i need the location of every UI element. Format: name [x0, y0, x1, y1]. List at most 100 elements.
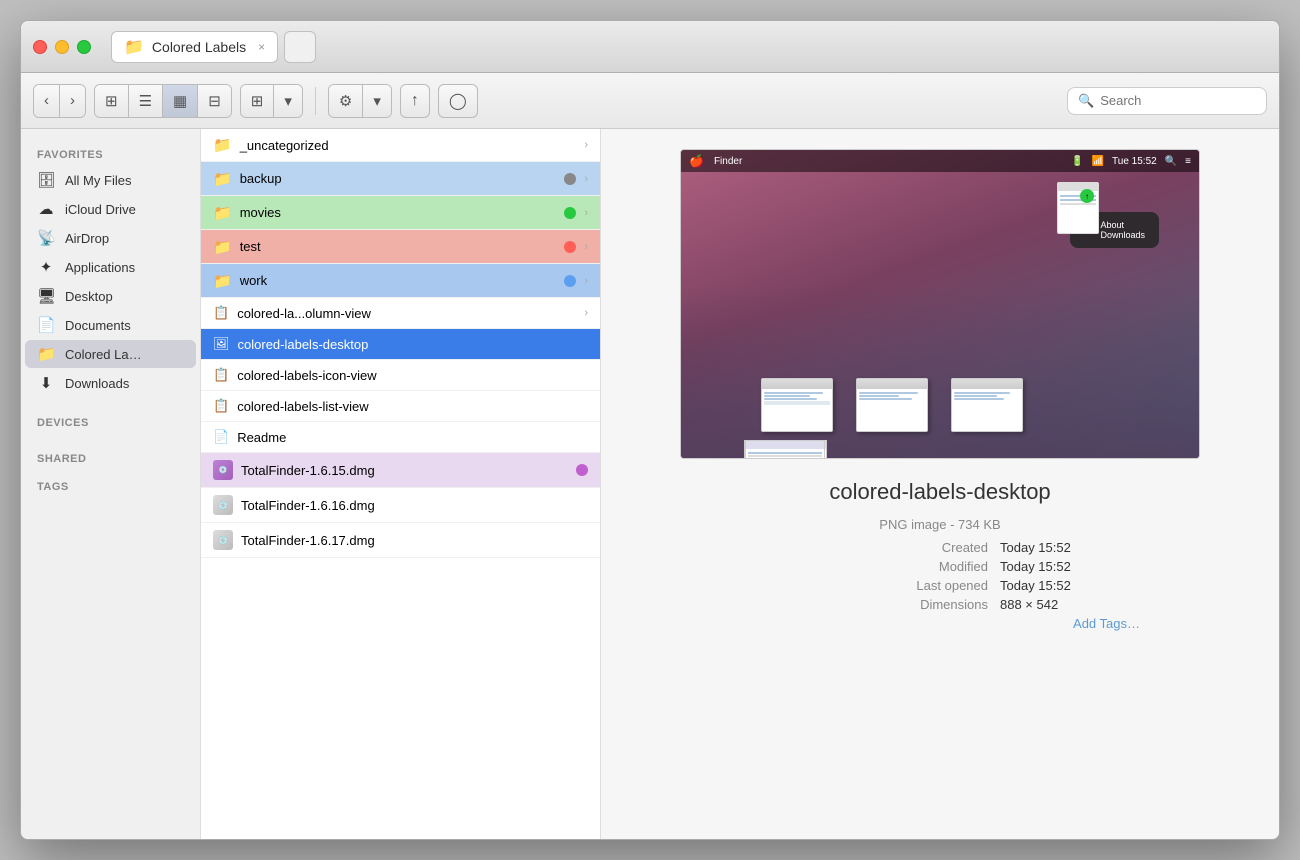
file-item-work[interactable]: 📁 work › [201, 264, 600, 298]
file-icon-colored-la-column: 📋 [213, 305, 229, 321]
menubar-right: 🔋 📶 Tue 15:52 🔍 ≡ [1071, 156, 1191, 167]
file-name-tf1615: TotalFinder-1.6.15.dmg [241, 463, 568, 478]
sidebar-item-all-my-files[interactable]: 🗄 All My Files [25, 166, 196, 194]
file-item-colored-la-column[interactable]: 📋 colored-la...olumn-view › [201, 298, 600, 329]
search-icon: 🔍 [1078, 93, 1094, 109]
file-item-colored-labels-desktop[interactable]: 🖼 colored-labels-desktop [201, 329, 600, 360]
back-button[interactable]: ‹ [34, 85, 60, 117]
desktop-icon-sidebar: 🖥 [37, 287, 55, 305]
view-cover-button[interactable]: ⊟ [198, 85, 231, 117]
sidebar-item-colored-la[interactable]: 📁 Colored La… [25, 340, 196, 368]
arrange-dropdown-button[interactable]: ▾ [274, 85, 302, 117]
file-item-movies[interactable]: 📁 movies › [201, 196, 600, 230]
chevron-icon-backup: › [584, 173, 588, 185]
file-name-tf1616: TotalFinder-1.6.16.dmg [241, 498, 588, 513]
view-icons-button[interactable]: ⊞ [95, 85, 129, 117]
close-button[interactable] [33, 40, 47, 54]
sidebar-item-label-applications: Applications [65, 260, 135, 275]
arrange-button-group: ⊞ ▾ [240, 84, 303, 118]
time-display: Tue 15:52 [1112, 156, 1157, 167]
new-tab-button[interactable] [284, 31, 316, 63]
file-icon-readme: 📄 [213, 429, 229, 445]
preview-image-container: 🍎 Finder 🔋 📶 Tue 15:52 🔍 ≡ [680, 149, 1200, 459]
file-item-backup[interactable]: 📁 backup › [201, 162, 600, 196]
tab-close-icon[interactable]: × [258, 40, 265, 54]
icloud-drive-icon: ☁ [37, 200, 55, 218]
doc-icon-topright: ↑ [1057, 182, 1099, 234]
dimensions-value: 888 × 542 [1000, 597, 1140, 612]
meta-row-last-opened: Last opened Today 15:52 [740, 578, 1140, 593]
airdrop-icon: 📡 [37, 229, 55, 247]
preview-title: colored-labels-desktop [829, 479, 1050, 505]
file-item-colored-labels-list[interactable]: 📋 colored-labels-list-view [201, 391, 600, 422]
file-name-movies: movies [240, 205, 557, 220]
maximize-button[interactable] [77, 40, 91, 54]
tab-area: 📁 Colored Labels × [111, 31, 1267, 63]
dimensions-label: Dimensions [868, 597, 988, 612]
preview-desktop-image: 🍎 Finder 🔋 📶 Tue 15:52 🔍 ≡ [681, 150, 1199, 458]
file-name-work: work [240, 273, 557, 288]
file-item-tf1617[interactable]: 💿 TotalFinder-1.6.17.dmg [201, 523, 600, 558]
sidebar-item-label-icloud-drive: iCloud Drive [65, 202, 136, 217]
chevron-icon-movies: › [584, 207, 588, 219]
search-input[interactable] [1100, 93, 1256, 108]
desktop-menubar: 🍎 Finder 🔋 📶 Tue 15:52 🔍 ≡ [681, 150, 1199, 172]
file-item-test[interactable]: 📁 test › [201, 230, 600, 264]
toolbar: ‹ › ⊞ ☰ ▦ ⊟ ⊞ ▾ ⚙ ▾ ↑ ◯ 🔍 [21, 73, 1279, 129]
dmg-icon-1617: 💿 [213, 530, 233, 550]
settings-button-group: ⚙ ▾ [328, 84, 392, 118]
finder-window: 📁 Colored Labels × ‹ › ⊞ ☰ ▦ ⊟ ⊞ ▾ ⚙ ▾ ↑ [20, 20, 1280, 840]
dmg-icon-1615: 💿 [213, 460, 233, 480]
minimize-button[interactable] [55, 40, 69, 54]
settings-button[interactable]: ⚙ [329, 85, 363, 117]
favorites-label: Favorites [21, 141, 200, 165]
sidebar-item-label-documents: Documents [65, 318, 131, 333]
file-item-readme[interactable]: 📄 Readme [201, 422, 600, 453]
created-label: Created [868, 540, 988, 555]
file-name-desktop: colored-labels-desktop [238, 337, 588, 352]
arrange-button[interactable]: ⊞ [241, 85, 275, 117]
meta-row-add-tags: Add Tags… [740, 616, 1140, 631]
sidebar-item-downloads[interactable]: ⬇ Downloads [25, 369, 196, 397]
label-dot-test [564, 241, 576, 253]
nav-buttons: ‹ › [33, 84, 86, 118]
settings-dropdown-button[interactable]: ▾ [363, 85, 391, 117]
file-name-list-view: colored-labels-list-view [237, 399, 588, 414]
file-item-tf1615[interactable]: 💿 TotalFinder-1.6.15.dmg [201, 453, 600, 488]
view-mode-buttons: ⊞ ☰ ▦ ⊟ [94, 84, 232, 118]
file-item-tf1616[interactable]: 💿 TotalFinder-1.6.16.dmg [201, 488, 600, 523]
meta-row-created: Created Today 15:52 [740, 540, 1140, 555]
sidebar-item-applications[interactable]: ✦ Applications [25, 253, 196, 281]
sidebar-item-documents[interactable]: 📄 Documents [25, 311, 196, 339]
meta-row-dimensions: Dimensions 888 × 542 [740, 597, 1140, 612]
view-list-button[interactable]: ☰ [129, 85, 163, 117]
sidebar-item-label-airdrop: AirDrop [65, 231, 109, 246]
file-item-colored-labels-icon[interactable]: 📋 colored-labels-icon-view [201, 360, 600, 391]
modified-value: Today 15:52 [1000, 559, 1140, 574]
label-dot-backup [564, 173, 576, 185]
meta-row-modified: Modified Today 15:52 [740, 559, 1140, 574]
share-button[interactable]: ↑ [400, 84, 430, 118]
folder-icon-test: 📁 [213, 238, 232, 256]
traffic-lights [33, 40, 91, 54]
chevron-icon-test: › [584, 241, 588, 253]
shared-label: Shared [21, 445, 200, 469]
add-tags-link[interactable]: Add Tags… [1073, 616, 1140, 631]
label-dot-movies [564, 207, 576, 219]
file-item-uncategorized[interactable]: 📁 _uncategorized › [201, 129, 600, 162]
active-tab[interactable]: 📁 Colored Labels × [111, 31, 278, 63]
view-columns-button[interactable]: ▦ [163, 85, 198, 117]
sidebar-item-desktop[interactable]: 🖥 Desktop [25, 282, 196, 310]
separator-1 [315, 87, 316, 115]
forward-button[interactable]: › [60, 85, 85, 117]
folder-icon-backup: 📁 [213, 170, 232, 188]
last-opened-label: Last opened [868, 578, 988, 593]
folder-icon-movies: 📁 [213, 204, 232, 222]
labeled-thumb-n: colored-labels-...n-view [741, 440, 829, 458]
modified-label: Modified [868, 559, 988, 574]
sidebar-item-icloud-drive[interactable]: ☁ iCloud Drive [25, 195, 196, 223]
sidebar-item-airdrop[interactable]: 📡 AirDrop [25, 224, 196, 252]
apple-menu-icon: 🍎 [689, 154, 704, 168]
file-name-test: test [240, 239, 557, 254]
tag-button[interactable]: ◯ [438, 84, 478, 118]
